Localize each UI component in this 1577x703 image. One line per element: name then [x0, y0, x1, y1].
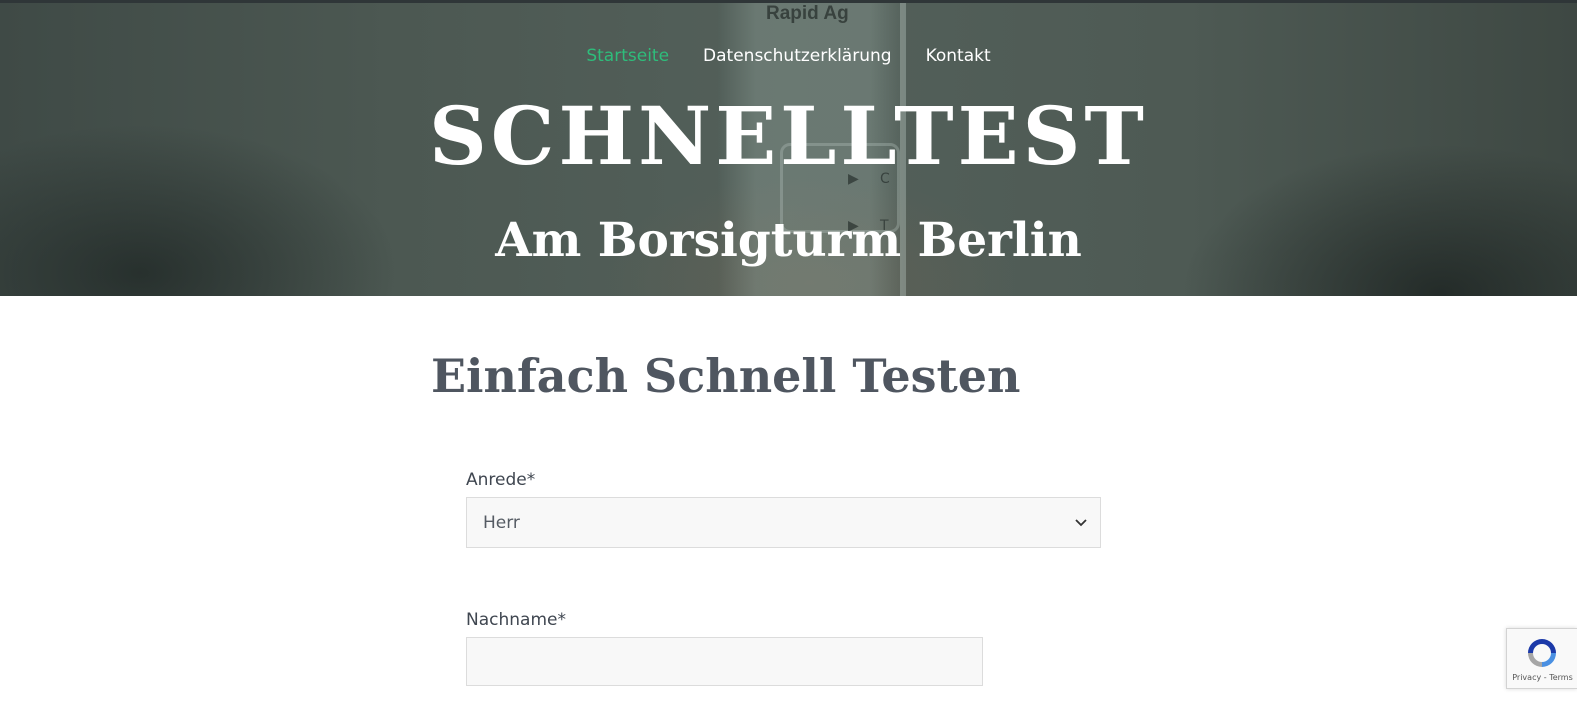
section-title: Einfach Schnell Testen — [431, 349, 1021, 403]
hero-banner: Rapid Ag ▶ C ▶ T Startseite Datenschutze… — [0, 3, 1577, 296]
recaptcha-badge[interactable]: Privacy - Terms — [1506, 628, 1577, 689]
hero-image-text: Rapid Ag — [766, 3, 849, 24]
lastname-input[interactable] — [466, 637, 983, 686]
chevron-down-icon — [1074, 516, 1088, 530]
nav-item-startseite[interactable]: Startseite — [586, 43, 669, 69]
site-subtitle: Am Borsigturm Berlin — [495, 213, 1082, 268]
recaptcha-terms-link[interactable]: Terms — [1549, 673, 1573, 682]
recaptcha-links: Privacy - Terms — [1507, 673, 1577, 682]
recaptcha-privacy-link[interactable]: Privacy — [1512, 673, 1541, 682]
main-navigation: Startseite Datenschutzerklärung Kontakt — [0, 43, 1577, 69]
salutation-selected-value: Herr — [483, 512, 520, 533]
lastname-label: Nachname* — [466, 610, 566, 630]
nav-item-kontakt[interactable]: Kontakt — [926, 43, 991, 69]
recaptcha-separator: - — [1541, 673, 1550, 682]
salutation-select[interactable]: Herr — [466, 497, 1101, 548]
site-title: SCHNELLTEST — [429, 89, 1148, 183]
salutation-label: Anrede* — [466, 470, 536, 490]
recaptcha-icon — [1524, 635, 1560, 671]
nav-item-datenschutz[interactable]: Datenschutzerklärung — [703, 43, 892, 69]
